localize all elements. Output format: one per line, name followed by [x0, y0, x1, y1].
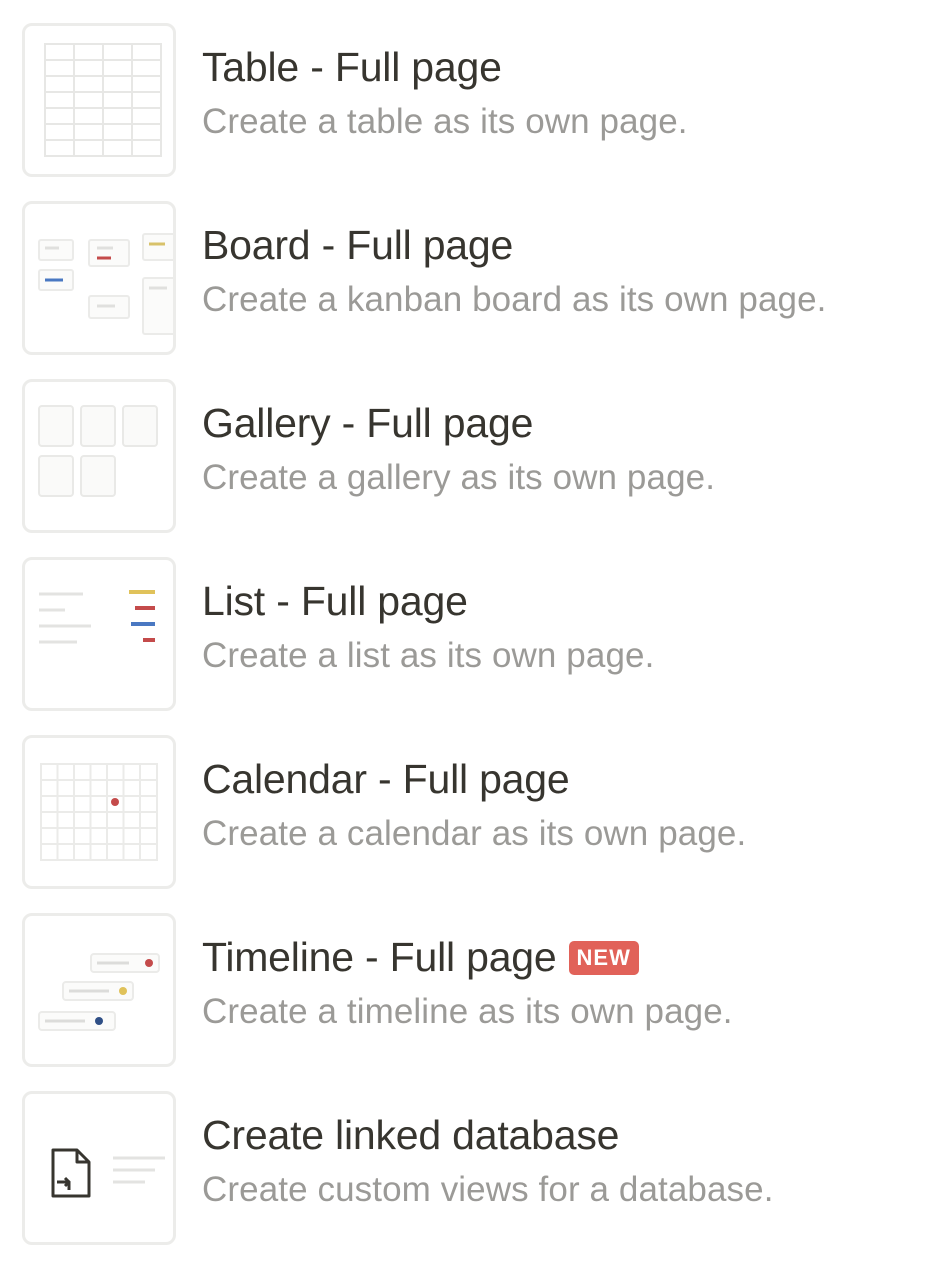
new-badge: NEW: [568, 941, 639, 975]
menu-item-board[interactable]: Board - Full page Create a kanban board …: [0, 198, 944, 376]
menu-item-list[interactable]: List - Full page Create a list as its ow…: [0, 554, 944, 732]
calendar-thumbnail: [22, 735, 176, 889]
menu-item-description: Create a list as its own page.: [202, 636, 655, 675]
menu-item-description: Create a calendar as its own page.: [202, 814, 747, 853]
menu-item-title: Timeline - Full page NEW: [202, 932, 639, 982]
table-icon: [44, 43, 162, 157]
menu-item-title: Create linked database: [202, 1112, 620, 1158]
menu-item-timeline[interactable]: Timeline - Full page NEW Create a timelin…: [0, 910, 944, 1088]
menu-item-title-text: Timeline - Full page: [202, 934, 557, 980]
menu-item-title: Table - Full page: [202, 44, 502, 90]
timeline-icon: [38, 953, 160, 1031]
list-thumbnail: [22, 557, 176, 711]
timeline-thumbnail: [22, 913, 176, 1067]
board-icon: [38, 233, 173, 335]
linked-database-thumbnail: [22, 1091, 176, 1245]
menu-item-linked-database[interactable]: Create linked database Create custom vie…: [0, 1088, 944, 1266]
menu-item-description: Create a gallery as its own page.: [202, 458, 716, 497]
board-thumbnail: [22, 201, 176, 355]
menu-item-title: Board - Full page: [202, 222, 514, 268]
menu-item-title: Calendar - Full page: [202, 756, 570, 802]
linked-database-icon: [51, 1148, 165, 1198]
gallery-icon: [38, 405, 158, 497]
calendar-icon: [40, 763, 158, 861]
menu-item-gallery[interactable]: Gallery - Full page Create a gallery as …: [0, 376, 944, 554]
database-block-menu: Table - Full page Create a table as its …: [0, 0, 944, 1259]
gallery-thumbnail: [22, 379, 176, 533]
menu-item-description: Create a kanban board as its own page.: [202, 280, 827, 319]
menu-item-description: Create a table as its own page.: [202, 102, 688, 141]
table-thumbnail: [22, 23, 176, 177]
menu-item-description: Create a timeline as its own page.: [202, 992, 733, 1031]
list-icon: [39, 590, 155, 644]
menu-item-calendar[interactable]: Calendar - Full page Create a calendar a…: [0, 732, 944, 910]
menu-item-title: Gallery - Full page: [202, 400, 534, 446]
menu-item-description: Create custom views for a database.: [202, 1170, 774, 1209]
menu-item-table[interactable]: Table - Full page Create a table as its …: [0, 20, 944, 198]
menu-item-title: List - Full page: [202, 578, 468, 624]
